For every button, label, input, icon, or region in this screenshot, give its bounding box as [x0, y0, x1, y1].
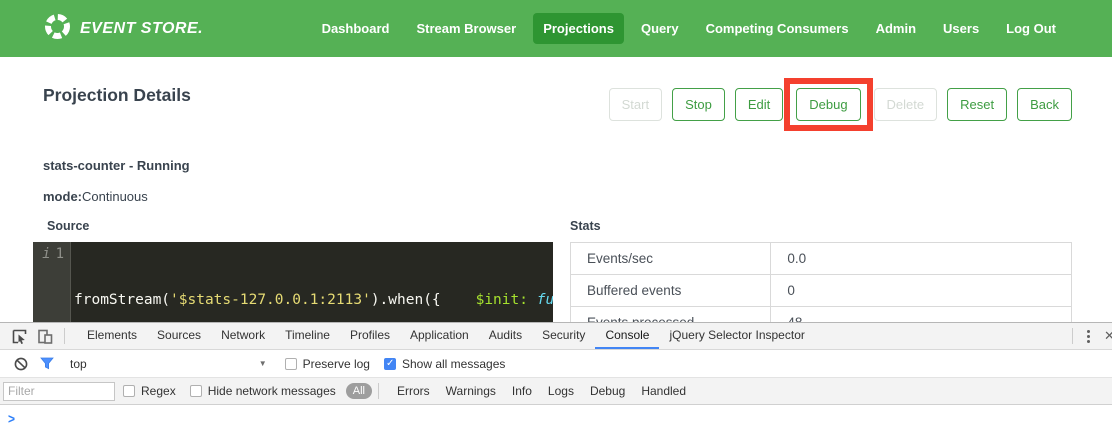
projection-mode: mode:Continuous: [43, 189, 1072, 204]
filter-level-logs[interactable]: Logs: [548, 384, 574, 398]
delete-button[interactable]: Delete: [874, 88, 938, 121]
page: EVENT STORE. Dashboard Stream Browser Pr…: [0, 0, 1112, 440]
code-token-whitespace: [441, 292, 476, 308]
tab-profiles[interactable]: Profiles: [340, 323, 400, 349]
brand[interactable]: EVENT STORE.: [44, 13, 203, 45]
table-row: Buffered events 0: [571, 275, 1072, 307]
page-title: Projection Details: [43, 77, 191, 106]
tab-timeline[interactable]: Timeline: [275, 323, 340, 349]
filter-level-warnings[interactable]: Warnings: [446, 384, 496, 398]
regex-label[interactable]: Regex: [141, 384, 176, 398]
nav-item-competing-consumers[interactable]: Competing Consumers: [696, 13, 859, 44]
mode-value: Continuous: [82, 189, 148, 204]
console-output-area[interactable]: >: [0, 405, 1112, 439]
nav-item-logout[interactable]: Log Out: [996, 13, 1066, 44]
close-icon[interactable]: ✕: [1098, 324, 1112, 348]
filter-level-handled[interactable]: Handled: [641, 384, 686, 398]
divider: [378, 383, 379, 399]
nav-item-admin[interactable]: Admin: [866, 13, 926, 44]
hide-network-messages-checkbox[interactable]: [190, 385, 202, 397]
tab-elements[interactable]: Elements: [77, 323, 147, 349]
reset-button[interactable]: Reset: [947, 88, 1007, 121]
filter-level-debug[interactable]: Debug: [590, 384, 625, 398]
brand-text: EVENT STORE.: [80, 20, 203, 38]
tab-sources[interactable]: Sources: [147, 323, 211, 349]
devtools-menu-icon[interactable]: [1079, 326, 1098, 347]
show-all-messages-checkbox[interactable]: [384, 358, 396, 370]
filter-level-info[interactable]: Info: [512, 384, 532, 398]
code-token-entity: $init:: [476, 292, 528, 308]
stat-label: Events/sec: [571, 243, 771, 275]
divider: [1072, 328, 1073, 344]
code-token-keyword: fu: [537, 292, 553, 308]
regex-checkbox[interactable]: [123, 385, 135, 397]
nav-item-query[interactable]: Query: [631, 13, 689, 44]
stat-value: 0: [771, 275, 1072, 307]
projection-status: stats-counter - Running: [43, 158, 1072, 173]
device-toolbar-icon[interactable]: [32, 324, 58, 348]
code-line: fromStream('$stats-127.0.0.1:2113').when…: [74, 289, 553, 312]
code-token-whitespace: [528, 292, 537, 308]
debug-annotation-box: Debug: [784, 78, 872, 131]
start-button[interactable]: Start: [609, 88, 662, 121]
tab-network[interactable]: Network: [211, 323, 275, 349]
devtools-tabs: Elements Sources Network Timeline Profil…: [77, 323, 1066, 349]
preserve-log-checkbox[interactable]: [285, 358, 297, 370]
tab-jquery-selector-inspector[interactable]: jQuery Selector Inspector: [659, 323, 814, 349]
console-toolbar: top ▼ Preserve log Show all messages: [0, 350, 1112, 378]
devtools-tabbar: Elements Sources Network Timeline Profil…: [0, 323, 1112, 350]
mode-label: mode:: [43, 189, 82, 204]
code-token-plain: ).when({: [371, 292, 441, 308]
header-row: Projection Details Start Stop Edit Debug…: [43, 77, 1072, 135]
hide-network-messages-label[interactable]: Hide network messages: [208, 384, 336, 398]
nav-item-dashboard[interactable]: Dashboard: [312, 13, 400, 44]
tab-audits[interactable]: Audits: [479, 323, 532, 349]
table-row: Events/sec 0.0: [571, 243, 1072, 275]
back-button[interactable]: Back: [1017, 88, 1072, 121]
nav-items: Dashboard Stream Browser Projections Que…: [312, 13, 1066, 44]
divider: [64, 328, 65, 344]
filter-icon[interactable]: [34, 352, 60, 376]
filter-levels: Errors Warnings Info Logs Debug Handled: [397, 384, 686, 398]
debug-button[interactable]: Debug: [796, 88, 860, 121]
stats-heading: Stats: [570, 219, 1072, 233]
nav-item-stream-browser[interactable]: Stream Browser: [406, 13, 526, 44]
eventstore-logo-icon: [44, 13, 71, 45]
show-all-messages-label[interactable]: Show all messages: [402, 357, 505, 371]
top-navbar: EVENT STORE. Dashboard Stream Browser Pr…: [0, 0, 1112, 57]
stat-label: Buffered events: [571, 275, 771, 307]
preserve-log-label[interactable]: Preserve log: [303, 357, 370, 371]
code-token-plain: fromStream(: [74, 292, 170, 308]
filter-level-errors[interactable]: Errors: [397, 384, 430, 398]
stat-value: 0.0: [771, 243, 1072, 275]
edit-button[interactable]: Edit: [735, 88, 783, 121]
filter-input[interactable]: [3, 382, 115, 401]
tab-security[interactable]: Security: [532, 323, 595, 349]
source-heading: Source: [33, 219, 553, 233]
nav-item-users[interactable]: Users: [933, 13, 989, 44]
console-filter-bar: Regex Hide network messages All Errors W…: [0, 378, 1112, 405]
clear-console-icon[interactable]: [8, 352, 34, 376]
execution-context-selector[interactable]: top: [70, 357, 87, 371]
code-token-string: '$stats-127.0.0.1:2113': [170, 292, 371, 308]
devtools-tabbar-right: ✕: [1066, 324, 1112, 348]
chevron-down-icon[interactable]: ▼: [259, 359, 267, 368]
tab-application[interactable]: Application: [400, 323, 479, 349]
action-buttons: Start Stop Edit Debug Delete Reset Back: [609, 77, 1072, 131]
tab-console[interactable]: Console: [595, 323, 659, 349]
console-prompt-icon[interactable]: >: [8, 411, 15, 427]
inspect-element-icon[interactable]: [6, 324, 32, 348]
devtools-panel: Elements Sources Network Timeline Profil…: [0, 322, 1112, 440]
main-content: Projection Details Start Stop Edit Debug…: [0, 77, 1112, 364]
filter-all-button[interactable]: All: [346, 383, 372, 399]
stop-button[interactable]: Stop: [672, 88, 725, 121]
nav-item-projections[interactable]: Projections: [533, 13, 624, 44]
